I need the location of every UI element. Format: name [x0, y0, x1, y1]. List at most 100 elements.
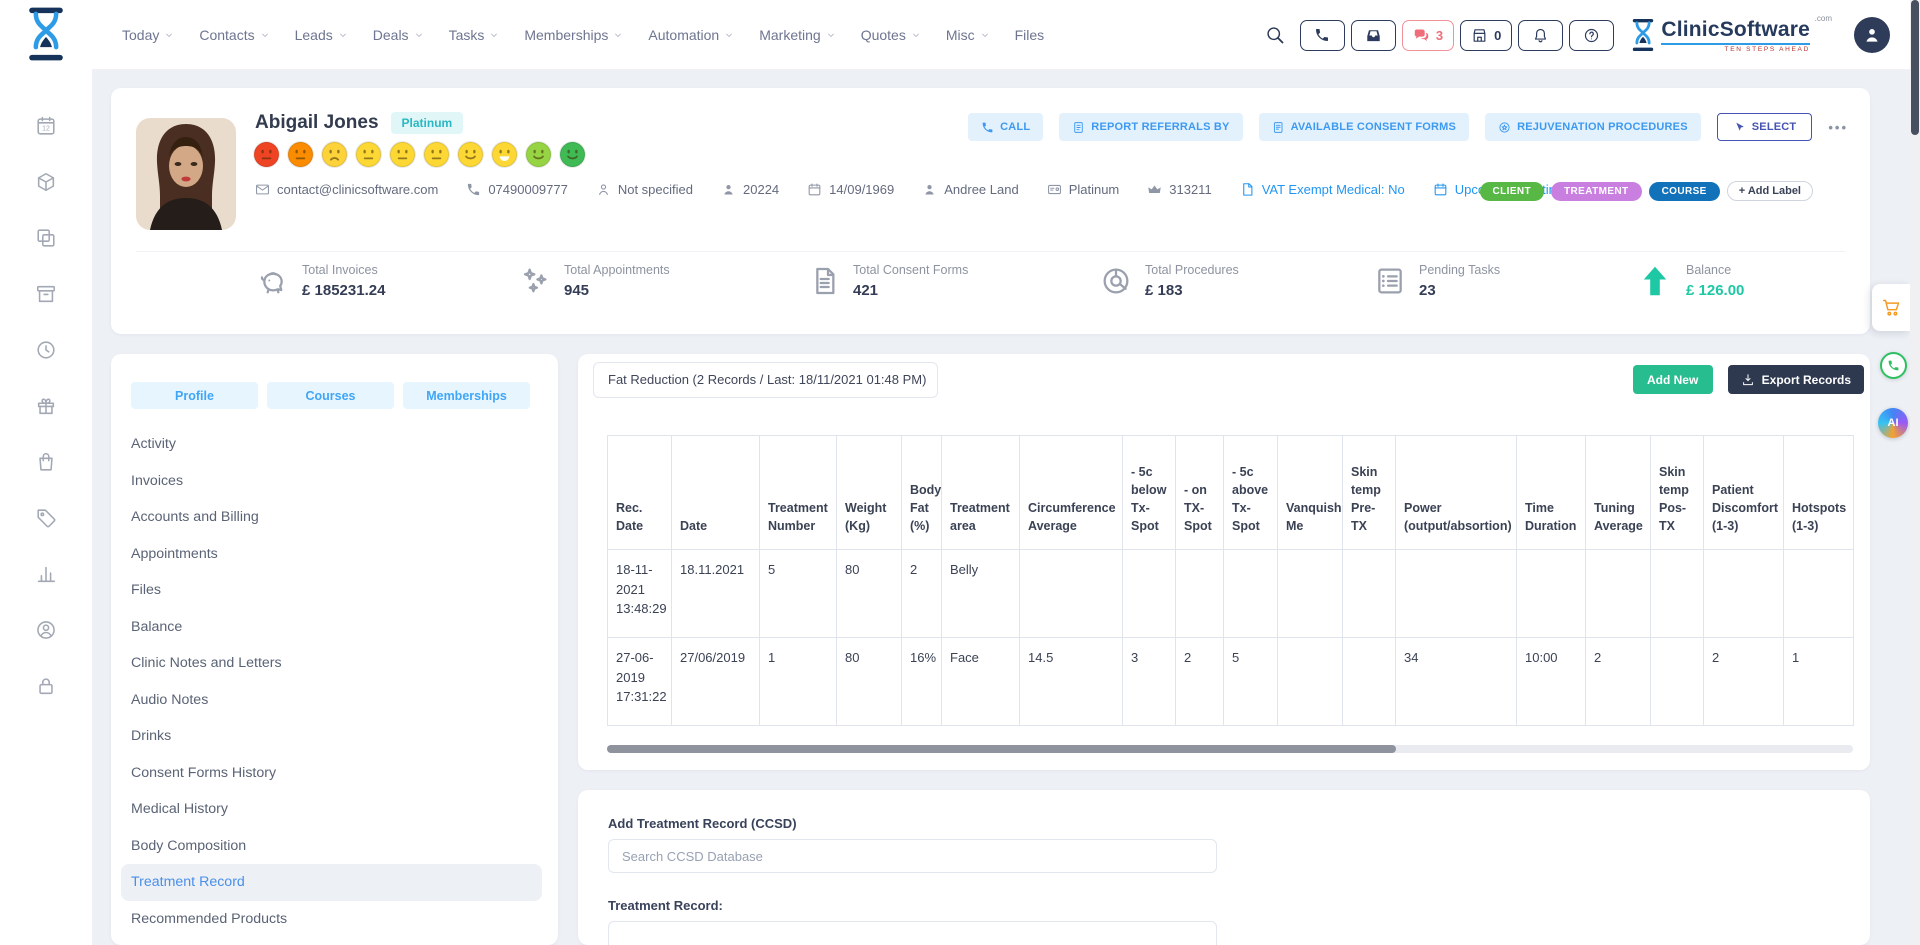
brand-logo[interactable]: ClinicSoftware .com TEN STEPS AHEAD — [1630, 18, 1832, 53]
treatment-record-input[interactable] — [608, 921, 1217, 945]
sidebar-item-audio-notes[interactable]: Audio Notes — [111, 682, 558, 719]
history-icon[interactable] — [0, 322, 92, 378]
client-phone[interactable]: 07490009777 — [466, 182, 568, 197]
sidebar-item-recommended-products[interactable]: Recommended Products — [111, 901, 558, 938]
client-email[interactable]: contact@clinicsoftware.com — [255, 182, 438, 197]
shopping-bag-icon[interactable] — [0, 434, 92, 490]
gift-icon[interactable] — [0, 378, 92, 434]
chat-icon — [1413, 27, 1430, 44]
nav-item-automation[interactable]: Automation — [648, 27, 734, 43]
mood-emoji-1[interactable] — [252, 140, 281, 174]
bar-chart-icon[interactable] — [0, 546, 92, 602]
tab-profile[interactable]: Profile — [131, 382, 258, 409]
lock-icon[interactable] — [0, 658, 92, 714]
help-button[interactable] — [1569, 20, 1614, 51]
nav-item-quotes[interactable]: Quotes — [861, 27, 921, 43]
clinicsoftware-logo[interactable] — [24, 6, 68, 62]
report-referrals-button[interactable]: REPORT REFERRALS BY — [1059, 113, 1242, 141]
ai-assistant-button[interactable]: AI — [1878, 408, 1908, 438]
more-actions-button[interactable]: ••• — [1828, 120, 1848, 135]
sidebar-item-appointments[interactable]: Appointments — [111, 536, 558, 573]
nav-item-today[interactable]: Today — [122, 27, 174, 43]
ccsd-search-input[interactable] — [608, 839, 1217, 873]
stat-total-procedures: Total Procedures£ 183 — [1100, 263, 1239, 299]
mood-emoji-4[interactable] — [354, 140, 383, 174]
rejuvenation-icon — [1498, 121, 1511, 134]
client-referrer: Andree Land — [922, 182, 1018, 197]
record-type-select[interactable]: Fat Reduction (2 Records / Last: 18/11/2… — [593, 362, 938, 398]
cube-icon[interactable] — [0, 154, 92, 210]
nav-item-marketing[interactable]: Marketing — [759, 27, 835, 43]
mood-emoji-3[interactable] — [320, 140, 349, 174]
mood-emoji-10[interactable] — [558, 140, 587, 174]
archive-box-icon[interactable] — [0, 266, 92, 322]
label-badge-treatment: TREATMENT — [1551, 182, 1642, 201]
copy-icon[interactable] — [0, 210, 92, 266]
nav-item-memberships[interactable]: Memberships — [524, 27, 623, 43]
download-icon — [1741, 373, 1755, 387]
available-consent-forms-button[interactable]: AVAILABLE CONSENT FORMS — [1259, 113, 1470, 141]
nav-item-leads[interactable]: Leads — [295, 27, 348, 43]
person-outline-icon — [596, 182, 611, 197]
scrollbar-thumb[interactable] — [607, 745, 1396, 753]
select-button[interactable]: SELECT — [1717, 113, 1813, 141]
sidebar-item-clinic-notes-and-letters[interactable]: Clinic Notes and Letters — [111, 645, 558, 682]
mood-emoji-5[interactable] — [388, 140, 417, 174]
table-cell: 1 — [760, 638, 837, 726]
phone-button[interactable] — [1300, 20, 1345, 51]
column-header: Time Duration — [1517, 436, 1586, 550]
export-records-button[interactable]: Export Records — [1728, 365, 1864, 394]
mood-emoji-7[interactable] — [456, 140, 485, 174]
nav-item-tasks[interactable]: Tasks — [449, 27, 500, 43]
notifications-button[interactable] — [1518, 20, 1563, 51]
table-cell: 2 — [1176, 638, 1224, 726]
nav-item-misc[interactable]: Misc — [946, 27, 990, 43]
support-icon[interactable] — [0, 602, 92, 658]
inbox-button[interactable] — [1351, 20, 1396, 51]
treatment-records-panel: Fat Reduction (2 Records / Last: 18/11/2… — [578, 354, 1870, 770]
sidebar-item-activity[interactable]: Activity — [111, 426, 558, 463]
sidebar-item-balance[interactable]: Balance — [111, 609, 558, 646]
brand-tagline: TEN STEPS AHEAD — [1661, 43, 1810, 53]
search-icon[interactable] — [1265, 25, 1285, 45]
tab-memberships[interactable]: Memberships — [403, 382, 530, 409]
table-row[interactable]: 27-06-2019 17:31:2227/06/201918016%Face1… — [608, 638, 1854, 726]
column-header: Power (output/absortion) — [1396, 436, 1517, 550]
mood-emoji-9[interactable] — [524, 140, 553, 174]
table-horizontal-scrollbar[interactable] — [607, 745, 1853, 753]
client-vat-exempt[interactable]: VAT Exempt Medical: No — [1240, 182, 1405, 197]
price-tag-icon[interactable] — [0, 490, 92, 546]
table-cell — [1784, 550, 1854, 638]
rejuvenation-procedures-button[interactable]: REJUVENATION PROCEDURES — [1485, 113, 1701, 141]
call-button[interactable]: CALL — [968, 113, 1043, 141]
sidebar-item-medical-history[interactable]: Medical History — [111, 791, 558, 828]
tab-courses[interactable]: Courses — [267, 382, 394, 409]
add-new-button[interactable]: Add New — [1633, 365, 1713, 394]
mood-emoji-6[interactable] — [422, 140, 451, 174]
page-scrollbar-thumb[interactable] — [1911, 0, 1919, 135]
calendar-date-icon[interactable]: 12 — [0, 98, 92, 154]
sidebar-item-treatment-record[interactable]: Treatment Record — [121, 864, 542, 901]
table-cell — [1343, 550, 1396, 638]
nav-item-contacts[interactable]: Contacts — [199, 27, 269, 43]
sidebar-item-body-composition[interactable]: Body Composition — [111, 828, 558, 865]
nav-item-files[interactable]: Files — [1015, 27, 1045, 43]
sidebar-item-files[interactable]: Files — [111, 572, 558, 609]
sidebar-item-consent-forms-history[interactable]: Consent Forms History — [111, 755, 558, 792]
mood-emoji-8[interactable] — [490, 140, 519, 174]
sidebar-item-invoices[interactable]: Invoices — [111, 463, 558, 500]
mood-emoji-2[interactable] — [286, 140, 315, 174]
add-label-button[interactable]: + Add Label — [1727, 181, 1813, 201]
table-cell: 80 — [837, 638, 902, 726]
chat-button[interactable]: 3 — [1402, 20, 1454, 51]
nav-item-deals[interactable]: Deals — [373, 27, 424, 43]
sidebar-item-drinks[interactable]: Drinks — [111, 718, 558, 755]
user-avatar-button[interactable] — [1854, 17, 1890, 53]
call-float-button[interactable] — [1880, 352, 1907, 379]
page-scrollbar[interactable] — [1910, 0, 1920, 945]
sidebar-item-accounts-and-billing[interactable]: Accounts and Billing — [111, 499, 558, 536]
cart-tab[interactable] — [1872, 284, 1910, 331]
client-contact-row: contact@clinicsoftware.com07490009777Not… — [255, 182, 1570, 197]
store-button[interactable]: 0 — [1460, 20, 1512, 51]
table-row[interactable]: 18-11-2021 13:48:2918.11.20215802Belly — [608, 550, 1854, 638]
